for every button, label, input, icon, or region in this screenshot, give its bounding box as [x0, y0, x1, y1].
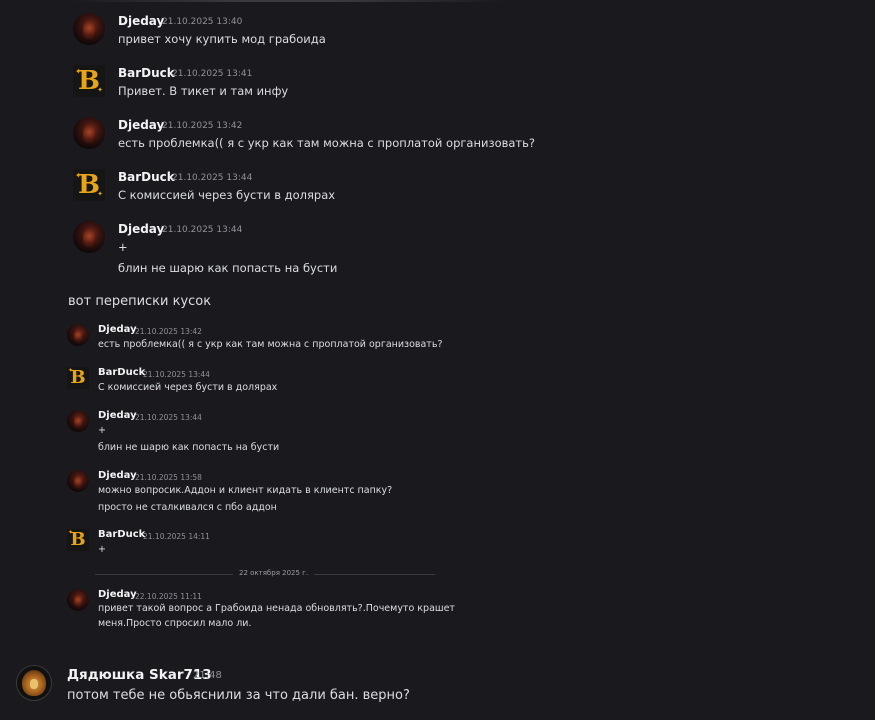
message-author[interactable]: Djeday	[118, 118, 164, 132]
message-timestamp: 21.10.2025 13:42	[162, 121, 243, 131]
message-timestamp: 22.10.2025 11:11	[135, 592, 202, 601]
message-timestamp: 21.10.2025 13:44	[162, 225, 243, 235]
message-text: С комиссией через бусти в долярах	[98, 382, 278, 393]
message-timestamp: 21.10.2025 13:41	[172, 69, 253, 79]
djeday-avatar-icon[interactable]	[73, 117, 105, 149]
sparkle-icon: ✦	[97, 190, 103, 198]
message-text: +	[98, 425, 106, 436]
top-divider	[68, 0, 508, 2]
sparkle-icon: ✦	[75, 67, 82, 76]
message-timestamp: 21.10.2025 13:40	[162, 17, 243, 27]
djeday-avatar-icon[interactable]	[67, 324, 89, 346]
date-divider-label: 22 октября 2025 г.	[233, 569, 315, 577]
lion-face-icon	[22, 670, 46, 696]
message-author[interactable]: BarDuck	[98, 367, 145, 378]
message-author[interactable]: Djeday	[98, 324, 137, 335]
barduck-avatar-icon[interactable]: B ✦	[67, 529, 89, 551]
message-text: привет такой вопрос а Грабоида ненада об…	[98, 603, 455, 614]
djeday-avatar-icon[interactable]	[67, 410, 89, 432]
message-author[interactable]: BarDuck	[118, 170, 175, 184]
message-timestamp: 21.10.2025 13:44	[143, 370, 210, 379]
message-author[interactable]: Djeday	[98, 410, 137, 421]
message-text: привет хочу купить мод грабоида	[118, 32, 326, 46]
barduck-avatar-icon[interactable]: B ✦	[67, 367, 89, 389]
message-author[interactable]: BarDuck	[118, 66, 175, 80]
barduck-avatar-icon[interactable]: B ✦ ✦	[73, 65, 105, 97]
message-author[interactable]: Дядюшка Skar713	[67, 667, 212, 683]
sparkle-icon: ✦	[97, 86, 103, 94]
message-timestamp: 21.10.2025 13:44	[172, 173, 253, 183]
message-author[interactable]: Djeday	[118, 14, 164, 28]
message-text: есть проблемка(( я с укр как там можна с…	[98, 339, 443, 350]
message-text: Привет. В тикет и там инфу	[118, 84, 289, 98]
lion-avatar-icon[interactable]	[16, 665, 52, 701]
message-text: блин не шарю как попасть на бусти	[98, 442, 280, 453]
message-text: +	[118, 240, 128, 254]
message-timestamp: 21.10.2025 13:58	[135, 473, 202, 482]
message-text: блин не шарю как попасть на бусти	[118, 261, 338, 275]
sparkle-icon: ✦	[68, 367, 74, 374]
message-text: меня.Просто спросил мало ли.	[98, 618, 252, 629]
embedded-screenshot-1: Djeday 21.10.2025 13:40 привет хочу купи…	[68, 0, 535, 292]
sparkle-icon: ✦	[75, 171, 82, 180]
message-timestamp: 21.10.2025 13:42	[135, 327, 202, 336]
message-author[interactable]: Djeday	[118, 222, 164, 236]
message-text: вот переписки кусок	[68, 294, 212, 309]
message-text: С комиссией через бусти в долярах	[118, 188, 336, 202]
message-text: +	[98, 544, 106, 555]
djeday-avatar-icon[interactable]	[73, 221, 105, 253]
message-author[interactable]: Djeday	[98, 589, 137, 600]
message-timestamp: 21:48	[193, 670, 222, 681]
message-text: можно вопросик.Аддон и клиент кидать в к…	[98, 485, 393, 496]
barduck-avatar-icon[interactable]: B ✦ ✦	[73, 169, 105, 201]
sparkle-icon: ✦	[68, 529, 74, 536]
message-author[interactable]: Djeday	[98, 470, 137, 481]
message-text: просто не сталкивался с пбо аддон	[98, 502, 277, 513]
djeday-avatar-icon[interactable]	[67, 589, 89, 611]
djeday-avatar-icon[interactable]	[67, 470, 89, 492]
message-author[interactable]: BarDuck	[98, 529, 145, 540]
djeday-avatar-icon[interactable]	[73, 13, 105, 45]
message-timestamp: 21.10.2025 13:44	[135, 413, 202, 422]
message-text: потом тебе не обьяснили за что дали бан.…	[67, 688, 410, 703]
message-timestamp: 21.10.2025 14:11	[143, 532, 210, 541]
message-text: есть проблемка(( я с укр как там можна с…	[118, 136, 536, 150]
chat-page: Djeday 21.10.2025 13:40 привет хочу купи…	[0, 0, 875, 720]
